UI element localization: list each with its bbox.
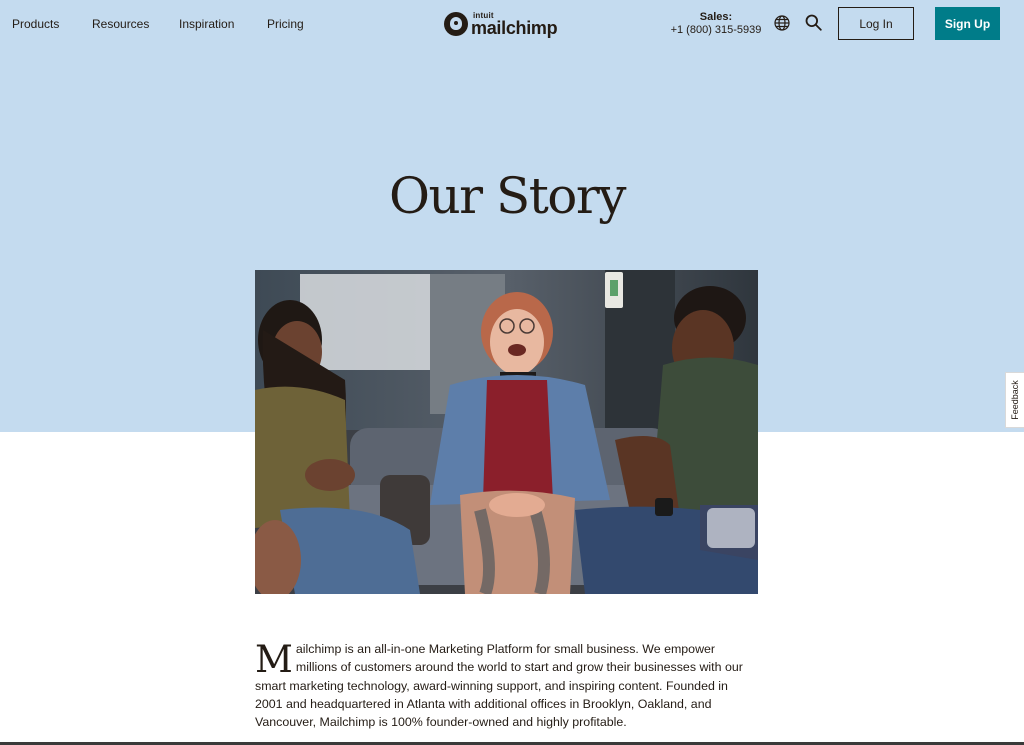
team-photo: [255, 270, 758, 594]
feedback-label: Feedback: [1010, 380, 1020, 420]
nav-pricing-link[interactable]: Pricing: [267, 17, 304, 31]
drop-cap: M: [255, 638, 293, 681]
logo-wordmark: intuit mailchimp: [471, 11, 558, 38]
feedback-tab[interactable]: Feedback: [1005, 372, 1024, 428]
login-button[interactable]: Log In: [838, 7, 914, 40]
nav-inspiration-link[interactable]: Inspiration: [179, 17, 234, 31]
sales-contact: Sales: +1 (800) 315-5939: [668, 11, 764, 37]
signup-button[interactable]: Sign Up: [935, 7, 1000, 40]
search-icon[interactable]: [805, 14, 822, 31]
freddie-logo-icon: [444, 12, 468, 36]
story-paragraph: Mailchimp is an all-in-one Marketing Pla…: [255, 640, 755, 731]
page-title: Our Story: [388, 167, 627, 225]
nav-products-link[interactable]: Products: [12, 17, 59, 31]
story-text: ailchimp is an all-in-one Marketing Plat…: [255, 642, 743, 730]
sales-phone-link[interactable]: +1 (800) 315-5939: [668, 24, 764, 37]
nav-resources-link[interactable]: Resources: [92, 17, 149, 31]
sales-label: Sales:: [699, 11, 733, 23]
mailchimp-logo[interactable]: intuit mailchimp: [444, 9, 558, 39]
logo-mailchimp-text: mailchimp: [471, 17, 558, 38]
globe-icon[interactable]: [774, 15, 790, 31]
